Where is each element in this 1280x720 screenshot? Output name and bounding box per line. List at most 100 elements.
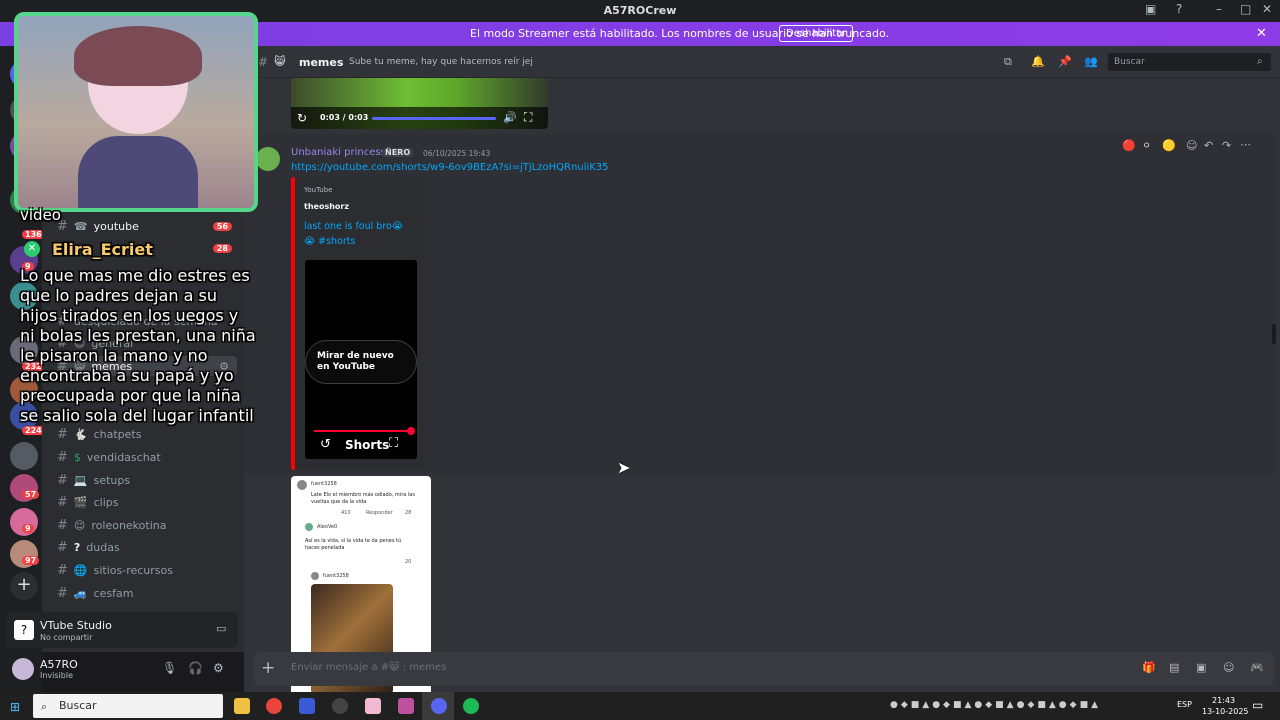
video-progress[interactable]: [372, 117, 496, 120]
video-controls: ↻ 0:03 / 0:03 🔊 ⛶: [291, 107, 548, 129]
maximize-button[interactable]: □: [1240, 2, 1251, 16]
close-banner-icon[interactable]: ✕: [1256, 26, 1267, 41]
channel-item-sitios-recursos[interactable]: # 🌐 sitios-recursos: [57, 560, 237, 580]
embed-provider: YouTube: [304, 186, 333, 194]
channel-emoji: 🚙: [73, 586, 88, 600]
gif-icon[interactable]: ▤: [1169, 661, 1179, 674]
comment-text: Así es la vida, si la vida te da penes t…: [305, 538, 402, 551]
replay-icon[interactable]: ↻: [297, 111, 307, 125]
channel-emoji: 🎬: [73, 495, 88, 509]
channel-emoji: ☎: [73, 219, 88, 233]
hash-icon: #: [258, 55, 269, 69]
vtuber-overlay: [14, 12, 258, 212]
app-icon[interactable]: [365, 698, 381, 714]
message-input[interactable]: Enviar mensaje a #😸 : memes: [291, 662, 446, 673]
channel-item-chatpets[interactable]: # 🐇 chatpets: [57, 424, 237, 444]
gift-icon[interactable]: 🎁: [1142, 661, 1156, 674]
app-icon[interactable]: [299, 698, 315, 714]
message-link[interactable]: https://youtube.com/shorts/w9-6ov9BEzA?s…: [291, 162, 608, 173]
overlay-line: le pisaron la mano y no: [20, 346, 208, 365]
replay-icon[interactable]: ↺: [320, 437, 331, 452]
reaction-icon[interactable]: 🔴: [1122, 139, 1136, 152]
reaction-icon[interactable]: 🟡: [1162, 139, 1176, 152]
embed-hashtag[interactable]: 😭 #shorts: [304, 236, 355, 247]
add-server-icon[interactable]: +: [10, 572, 38, 600]
discord-icon[interactable]: [431, 698, 447, 714]
taskbar-search[interactable]: Buscar: [33, 694, 223, 718]
pin-icon[interactable]: 📌: [1058, 55, 1072, 68]
channel-item-youtube[interactable]: # ☎ youtube 56: [57, 216, 237, 236]
comment-text: Late Elo el miembro más odiado, mira las…: [311, 492, 415, 505]
channel-item-roleonekotina[interactable]: # 😌 roleonekotina: [57, 515, 237, 535]
reply-icon[interactable]: ↶: [1204, 139, 1213, 152]
add-reaction-icon[interactable]: ☺: [1186, 139, 1197, 152]
volume-icon[interactable]: 🔊: [503, 111, 517, 124]
video-player[interactable]: ↻ 0:03 / 0:03 🔊 ⛶: [291, 78, 548, 129]
channel-item-setups[interactable]: # 💻 setups: [57, 470, 237, 490]
user-settings-icon[interactable]: ⚙: [213, 661, 224, 675]
sticker-icon[interactable]: ▣: [1196, 661, 1206, 674]
help-icon[interactable]: ?: [1176, 2, 1182, 16]
language-indicator[interactable]: ESP: [1177, 700, 1192, 709]
embed-title[interactable]: last one is foul bro😭: [304, 221, 403, 232]
channel-name: youtube: [93, 219, 139, 233]
stream-icon[interactable]: ▭: [216, 622, 226, 635]
attach-plus-icon[interactable]: +: [261, 658, 275, 678]
microphone-icon[interactable]: 🎙: [162, 661, 177, 675]
headphones-icon[interactable]: 🎧: [188, 661, 203, 675]
forward-icon[interactable]: ↷: [1222, 139, 1231, 152]
scrollbar-thumb[interactable]: [1272, 324, 1276, 344]
more-icon[interactable]: ⋯: [1240, 138, 1251, 151]
channel-emoji: 😌: [73, 518, 86, 532]
channel-item-vendidaschat[interactable]: # $ vendidaschat: [57, 447, 237, 467]
channel-emoji: ?: [73, 540, 81, 554]
bell-icon[interactable]: 🔔: [1031, 55, 1045, 68]
app-icon[interactable]: [398, 698, 414, 714]
members-icon[interactable]: 👥: [1084, 55, 1098, 68]
avatar-hoodie: [78, 136, 198, 208]
embed-author[interactable]: theoshorz: [304, 202, 349, 211]
overlay-top-text: video: [20, 206, 61, 224]
clock-time[interactable]: 21:43: [1212, 696, 1235, 705]
windows-start-icon[interactable]: ⊞: [10, 700, 20, 714]
fullscreen-icon[interactable]: ⛶: [389, 436, 398, 451]
overlay-line: preocupada por que la niña: [20, 386, 241, 405]
channel-emoji: 🐇: [73, 427, 88, 441]
obs-icon[interactable]: [332, 698, 348, 714]
server-icon[interactable]: [10, 442, 38, 470]
minimize-button[interactable]: –: [1216, 2, 1222, 16]
system-tray-icons[interactable]: ●◆■▲●◆■▲●◆■▲●◆■▲●◆■▲: [890, 700, 1101, 710]
apps-icon[interactable]: 🎮: [1250, 661, 1264, 674]
shorts-player[interactable]: Mirar de nuevo en YouTube ↺ Shorts ⛶: [305, 260, 417, 459]
channel-title: memes: [299, 56, 344, 69]
clock-date[interactable]: 13-10-2025: [1202, 707, 1249, 716]
emoji-icon[interactable]: ☺: [1223, 661, 1234, 674]
threads-icon[interactable]: ⧉: [1004, 55, 1012, 69]
progress-dot[interactable]: [407, 427, 415, 435]
mouse-cursor-icon: ➤: [617, 458, 631, 477]
spotify-icon[interactable]: [463, 698, 479, 714]
unread-badge: 28: [212, 243, 232, 253]
disable-streamer-button[interactable]: Deshabilitar: [779, 25, 854, 42]
search-icon: ⌕: [41, 700, 48, 713]
channel-header: # 😸 memes Sube tu meme, hay que hacernos…: [244, 46, 1280, 78]
file-explorer-icon[interactable]: [234, 698, 250, 714]
channel-topic[interactable]: Sube tu meme, hay que hacernos reír jej: [349, 57, 533, 67]
replay-on-youtube-button[interactable]: Mirar de nuevo en YouTube: [305, 340, 417, 384]
avatar[interactable]: [256, 147, 280, 171]
shorts-label: Shorts: [345, 438, 390, 452]
notifications-icon[interactable]: ▭: [1252, 698, 1263, 712]
overlay-chatter: Elira_Ecriet: [52, 240, 153, 259]
message-author[interactable]: Unbaniaki princess: [291, 147, 386, 158]
search-input[interactable]: Buscar: [1108, 53, 1271, 71]
chrome-icon[interactable]: [266, 698, 282, 714]
channel-item-clips[interactable]: # 🎬 clips: [57, 492, 237, 512]
channel-item-dudas[interactable]: #? dudas: [57, 537, 237, 557]
inbox-icon[interactable]: ▣: [1145, 2, 1156, 16]
fullscreen-icon[interactable]: ⛶: [524, 110, 532, 125]
close-window-button[interactable]: ✕: [1262, 2, 1272, 16]
channel-item-cesfam[interactable]: # 🚙 cesfam: [57, 583, 237, 603]
reaction-icon[interactable]: ⚪: [1142, 139, 1151, 152]
avatar[interactable]: [12, 658, 34, 680]
activity-status: No compartir: [40, 633, 93, 642]
